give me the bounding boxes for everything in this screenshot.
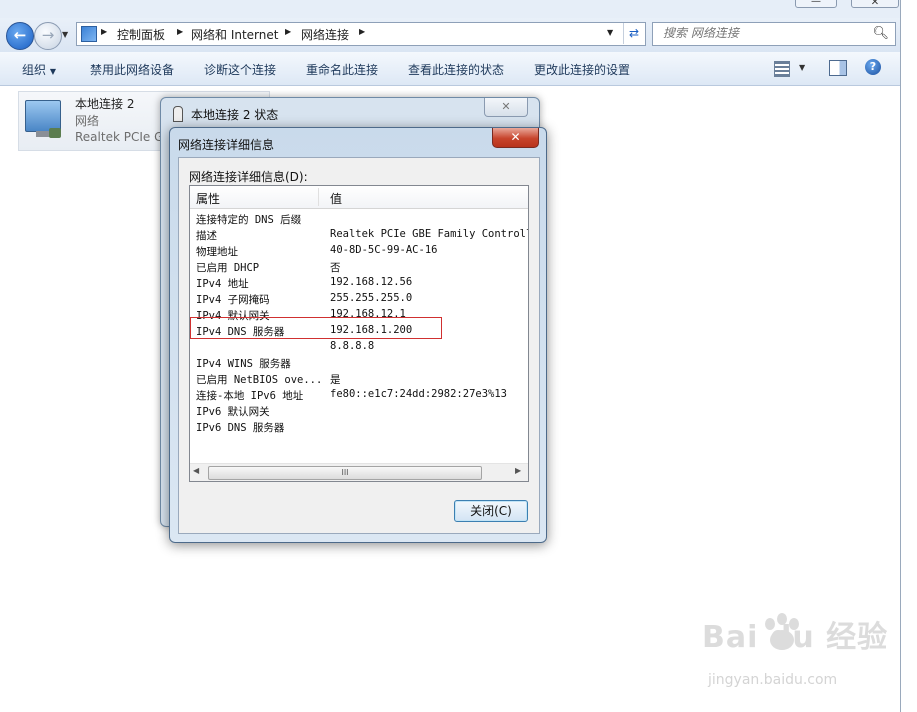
address-bar[interactable]: ▶ 控制面板 ▶ 网络和 Internet ▶ 网络连接 ▶ ▼ ⇄ bbox=[76, 22, 646, 46]
address-dropdown-icon[interactable]: ▼ bbox=[607, 28, 613, 37]
row-property: 描述 bbox=[196, 230, 217, 242]
view-options-icon[interactable] bbox=[774, 61, 790, 77]
disable-device-button[interactable]: 禁用此网络设备 bbox=[90, 61, 174, 78]
window-title-bar bbox=[0, 0, 917, 20]
close-button[interactable]: 关闭(C) bbox=[454, 500, 528, 522]
minimize-icon: — bbox=[811, 0, 821, 7]
list-header: 属性 值 bbox=[190, 186, 528, 209]
dialog-title: 网络连接详细信息 bbox=[178, 138, 275, 152]
help-icon[interactable]: ? bbox=[865, 59, 881, 75]
horizontal-scrollbar[interactable]: ◀ III ▶ bbox=[190, 463, 528, 481]
back-arrow-icon: ← bbox=[13, 26, 27, 44]
breadcrumb-separator-icon[interactable]: ▶ bbox=[359, 27, 365, 36]
row-property: 连接-本地 IPv6 地址 bbox=[196, 390, 304, 402]
status-window-title: 本地连接 2 状态 bbox=[191, 108, 279, 122]
details-list[interactable]: 属性 值 连接特定的 DNS 后缀 描述 Realtek PCIe GBE Fami… bbox=[189, 185, 529, 482]
breadcrumb-separator-icon[interactable]: ▶ bbox=[285, 27, 291, 36]
watermark-logo: Bai du 经验 bbox=[702, 620, 889, 655]
table-row[interactable]: 已启用 DHCP 否 bbox=[196, 259, 526, 275]
row-value: 8.8.8.8 bbox=[330, 340, 375, 352]
row-property: IPv4 子网掩码 bbox=[196, 294, 270, 306]
column-header-property[interactable]: 属性 bbox=[196, 190, 220, 207]
row-property: 已启用 NetBIOS ove... bbox=[196, 374, 323, 386]
row-value: 255.255.255.0 bbox=[330, 292, 413, 304]
search-icon[interactable]: 🔍︎ bbox=[872, 26, 889, 41]
refresh-button[interactable]: ⇄ bbox=[623, 23, 644, 44]
row-property: IPv6 默认网关 bbox=[196, 406, 270, 418]
table-row[interactable]: 描述 Realtek PCIe GBE Family Controlle bbox=[196, 227, 529, 243]
row-property: IPv4 地址 bbox=[196, 278, 249, 290]
organize-label: 组织 bbox=[22, 63, 47, 77]
forward-arrow-icon: → bbox=[41, 26, 55, 44]
minimize-button[interactable]: — bbox=[795, 0, 837, 8]
scroll-right-icon[interactable]: ▶ bbox=[515, 466, 521, 475]
search-input[interactable] bbox=[653, 23, 863, 43]
close-window-button[interactable]: ✕ bbox=[851, 0, 899, 8]
row-value: 192.168.12.56 bbox=[330, 276, 413, 288]
network-status-icon bbox=[173, 106, 183, 122]
status-close-button[interactable]: ✕ bbox=[484, 98, 528, 117]
table-row[interactable]: 8.8.8.8 bbox=[196, 339, 526, 355]
row-value: 是 bbox=[330, 374, 341, 386]
column-divider[interactable] bbox=[318, 188, 319, 206]
search-box[interactable]: 🔍︎ bbox=[652, 22, 896, 46]
control-panel-icon bbox=[81, 26, 97, 42]
details-label: 网络连接详细信息(D): bbox=[189, 170, 308, 184]
column-header-value[interactable]: 值 bbox=[330, 190, 342, 207]
dialog-close-button[interactable]: ✕ bbox=[492, 128, 539, 148]
table-row[interactable]: 连接-本地 IPv6 地址 fe80::e1c7:24dd:2982:27e3%1… bbox=[196, 387, 526, 403]
row-property: 连接特定的 DNS 后缀 bbox=[196, 214, 302, 226]
view-status-button[interactable]: 查看此连接的状态 bbox=[408, 61, 504, 78]
breadcrumb-separator-icon[interactable]: ▶ bbox=[101, 27, 107, 36]
connection-type: 网络 bbox=[75, 114, 100, 128]
row-value: 否 bbox=[330, 262, 341, 274]
connection-name: 本地连接 2 bbox=[75, 97, 135, 111]
view-dropdown-icon[interactable]: ▼ bbox=[799, 63, 805, 72]
scroll-left-icon[interactable]: ◀ bbox=[193, 466, 199, 475]
table-row[interactable]: 连接特定的 DNS 后缀 bbox=[196, 211, 526, 227]
forward-button[interactable]: → bbox=[34, 22, 62, 50]
watermark-url: jingyan.baidu.com bbox=[708, 672, 838, 688]
diagnose-connection-button[interactable]: 诊断这个连接 bbox=[204, 61, 276, 78]
preview-pane-icon[interactable] bbox=[829, 60, 847, 76]
network-cable-icon bbox=[49, 128, 61, 138]
row-property: 物理地址 bbox=[196, 246, 238, 258]
table-row[interactable]: 物理地址 40-8D-5C-99-AC-16 bbox=[196, 243, 526, 259]
row-value: 40-8D-5C-99-AC-16 bbox=[330, 244, 438, 256]
back-button[interactable]: ← bbox=[6, 22, 34, 50]
row-value: Realtek PCIe GBE Family Controlle bbox=[330, 228, 529, 240]
row-property: IPv6 DNS 服务器 bbox=[196, 422, 285, 434]
breadcrumb-network-internet[interactable]: 网络和 Internet bbox=[191, 26, 278, 43]
breadcrumb-separator-icon[interactable]: ▶ bbox=[177, 27, 183, 36]
organize-menu[interactable]: 组织 ▼ bbox=[22, 61, 56, 78]
table-row[interactable]: 已启用 NetBIOS ove... 是 bbox=[196, 371, 526, 387]
highlight-box bbox=[190, 317, 442, 339]
change-settings-button[interactable]: 更改此连接的设置 bbox=[534, 61, 630, 78]
table-row[interactable]: IPv4 子网掩码 255.255.255.0 bbox=[196, 291, 526, 307]
history-dropdown-icon[interactable]: ▼ bbox=[62, 30, 68, 39]
row-property: IPv4 WINS 服务器 bbox=[196, 358, 291, 370]
window-border bbox=[900, 0, 917, 712]
table-row[interactable]: IPv6 默认网关 bbox=[196, 403, 526, 419]
dialog-body: 网络连接详细信息(D): 属性 值 连接特定的 DNS 后缀 描述 Realtek … bbox=[178, 157, 540, 534]
breadcrumb-control-panel[interactable]: 控制面板 bbox=[117, 26, 165, 43]
refresh-icon: ⇄ bbox=[628, 26, 640, 40]
row-value: fe80::e1c7:24dd:2982:27e3%13 bbox=[330, 388, 508, 400]
rename-connection-button[interactable]: 重命名此连接 bbox=[306, 61, 378, 78]
row-property: 已启用 DHCP bbox=[196, 262, 260, 274]
connection-adapter: Realtek PCIe G bbox=[75, 130, 164, 144]
table-row[interactable]: IPv4 WINS 服务器 bbox=[196, 355, 526, 371]
chevron-down-icon: ▼ bbox=[49, 67, 56, 76]
table-row[interactable]: IPv4 地址 192.168.12.56 bbox=[196, 275, 526, 291]
details-dialog: 网络连接详细信息 ✕ 网络连接详细信息(D): 属性 值 连接特定的 DNS 后… bbox=[169, 127, 547, 543]
table-row[interactable]: IPv6 DNS 服务器 bbox=[196, 419, 526, 435]
breadcrumb-network-connections[interactable]: 网络连接 bbox=[301, 26, 349, 43]
scroll-thumb[interactable]: III bbox=[208, 466, 482, 480]
